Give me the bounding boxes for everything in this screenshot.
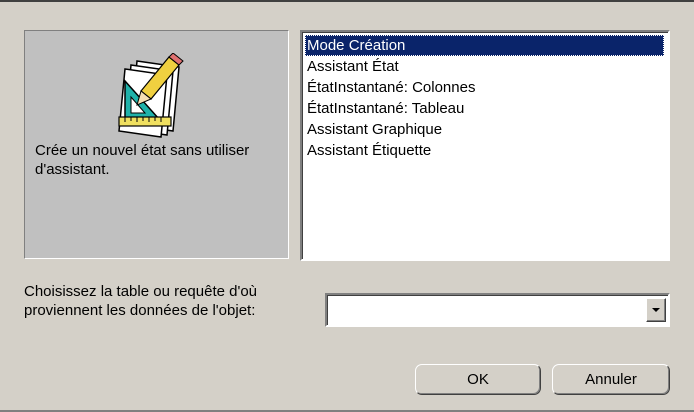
report-design-icon xyxy=(111,52,191,139)
report-type-list[interactable]: Mode Création Assistant État ÉtatInstant… xyxy=(300,30,670,261)
preview-description: Crée un nouvel état sans utiliser d'assi… xyxy=(35,142,250,178)
source-combobox[interactable] xyxy=(325,293,670,327)
chevron-down-icon xyxy=(652,308,660,312)
list-item[interactable]: Mode Création xyxy=(305,35,664,56)
list-item[interactable]: ÉtatInstantané: Colonnes xyxy=(305,77,664,98)
source-label: Choisissez la table ou requête d'où prov… xyxy=(24,283,258,319)
list-item[interactable]: Assistant Étiquette xyxy=(305,140,664,161)
list-item[interactable]: Assistant Graphique xyxy=(305,119,664,140)
dropdown-button[interactable] xyxy=(646,298,666,322)
ok-button[interactable]: OK xyxy=(415,364,541,395)
new-report-dialog: Crée un nouvel état sans utiliser d'assi… xyxy=(0,0,694,412)
cancel-button[interactable]: Annuler xyxy=(552,364,670,395)
preview-panel: Crée un nouvel état sans utiliser d'assi… xyxy=(24,30,289,259)
list-item[interactable]: ÉtatInstantané: Tableau xyxy=(305,98,664,119)
list-item[interactable]: Assistant État xyxy=(305,56,664,77)
